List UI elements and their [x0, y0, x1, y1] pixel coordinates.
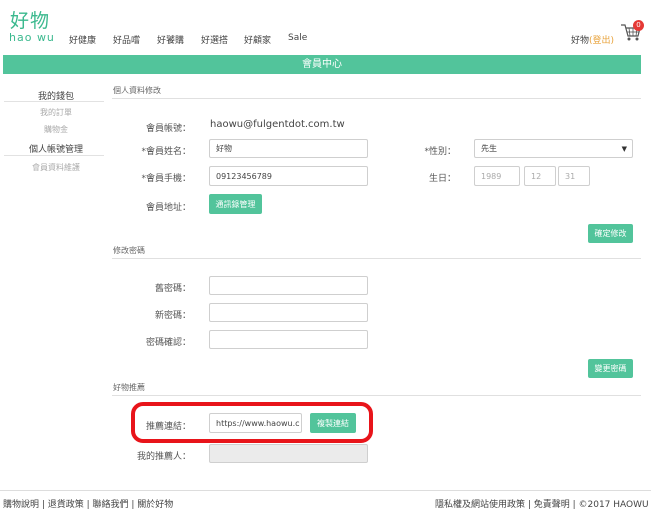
- section-divider: [112, 395, 641, 396]
- confirm-password-label: 密碼確認：: [145, 338, 191, 348]
- address-book-button[interactable]: 通訊錄管理: [209, 194, 262, 214]
- referral-section-title: 好物推薦: [113, 383, 145, 392]
- footer-links-left[interactable]: 購物說明 | 退貨政策 | 聯絡我們 | 關於好物: [3, 497, 173, 510]
- footer-divider: [0, 490, 651, 491]
- nav-item-style[interactable]: 好選搭: [201, 33, 228, 46]
- nav-item-home[interactable]: 好顧家: [244, 33, 271, 46]
- sidebar-item-account[interactable]: 個人帳號管理: [0, 142, 112, 155]
- sidebar-item-profile[interactable]: 會員資料維護: [0, 162, 112, 173]
- logout-link[interactable]: (登出): [589, 36, 614, 46]
- confirm-password-input[interactable]: [209, 330, 368, 349]
- account-label: 會員帳號：: [145, 124, 191, 134]
- user-name[interactable]: 好物: [571, 36, 589, 46]
- birth-year-input[interactable]: 1989: [474, 166, 520, 186]
- sidebar-item-credits[interactable]: 購物金: [0, 124, 112, 135]
- cart-badge: 0: [633, 20, 644, 31]
- nav-item-taste[interactable]: 好品嚐: [113, 33, 140, 46]
- name-label: *會員姓名：: [141, 147, 191, 157]
- birth-month-input[interactable]: 12: [524, 166, 556, 186]
- referrer-label: 我的推薦人：: [136, 452, 191, 462]
- gender-label: *性別：: [424, 147, 456, 157]
- gender-selected: 先生: [481, 144, 497, 153]
- address-label: 會員地址：: [145, 203, 191, 213]
- name-input[interactable]: 好物: [209, 139, 368, 158]
- old-password-label: 舊密碼：: [154, 284, 191, 294]
- password-section-title: 修改密碼: [113, 246, 145, 255]
- chevron-down-icon: ▼: [621, 145, 627, 153]
- birth-day-input[interactable]: 31: [558, 166, 590, 186]
- referrer-input: [209, 444, 368, 463]
- nav-item-gourmet[interactable]: 好饕購: [157, 33, 184, 46]
- change-password-button[interactable]: 變更密碼: [588, 359, 633, 378]
- sidebar-item-orders[interactable]: 我的訂單: [0, 107, 112, 118]
- section-divider: [112, 98, 641, 99]
- nav-item-sale[interactable]: Sale: [288, 33, 307, 43]
- user-area: 好物(登出): [571, 33, 614, 46]
- highlight-box: [131, 402, 373, 443]
- sidebar-divider: [4, 155, 104, 156]
- footer-links-right[interactable]: 隱私權及網站使用政策 | 免責聲明 | ©2017 HAOWU: [435, 497, 649, 510]
- old-password-input[interactable]: [209, 276, 368, 295]
- phone-input[interactable]: 09123456789: [209, 166, 368, 186]
- new-password-input[interactable]: [209, 303, 368, 322]
- profile-section-title: 個人資料修改: [113, 86, 161, 95]
- sidebar-divider: [4, 101, 104, 102]
- confirm-edit-button[interactable]: 確定修改: [588, 224, 633, 243]
- birthday-label: 生日：: [428, 174, 456, 184]
- account-value: haowu@fulgentdot.com.tw: [210, 119, 345, 130]
- section-divider: [112, 258, 641, 259]
- logo-chinese[interactable]: 好物: [10, 6, 50, 33]
- page-title: 會員中心: [3, 55, 641, 74]
- nav-item-health[interactable]: 好健康: [69, 33, 96, 46]
- new-password-label: 新密碼：: [154, 311, 191, 321]
- gender-select[interactable]: 先生 ▼: [474, 139, 633, 158]
- logo-english[interactable]: hao wu: [9, 31, 55, 44]
- phone-label: *會員手機：: [141, 174, 191, 184]
